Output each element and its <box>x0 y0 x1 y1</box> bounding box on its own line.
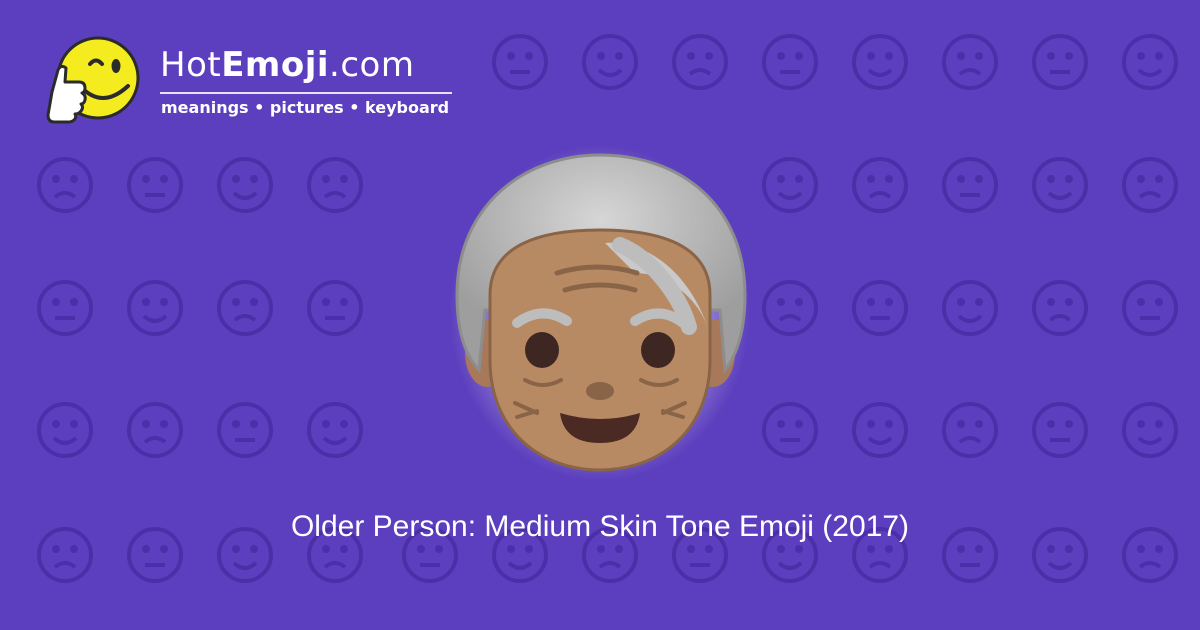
logo-divider <box>160 92 452 94</box>
thumbs-up-winking-face-icon <box>46 36 140 124</box>
emoji-caption: Older Person: Medium Skin Tone Emoji (20… <box>290 510 910 543</box>
site-logo[interactable]: HotEmoji.com meanings • pictures • keybo… <box>40 34 470 134</box>
logo-tagline: meanings • pictures • keyboard <box>161 98 450 117</box>
share-card: HotEmoji.com meanings • pictures • keybo… <box>0 0 1200 630</box>
logo-wordmark: HotEmoji.com <box>160 48 414 82</box>
brand-bold: Emoji <box>221 45 330 85</box>
older-person-medium-skin-tone-icon <box>450 145 750 481</box>
brand-suffix: .com <box>329 45 415 85</box>
brand-prefix: Hot <box>160 45 222 85</box>
right-eye <box>641 332 675 368</box>
nose <box>586 382 614 400</box>
left-eye <box>525 332 559 368</box>
